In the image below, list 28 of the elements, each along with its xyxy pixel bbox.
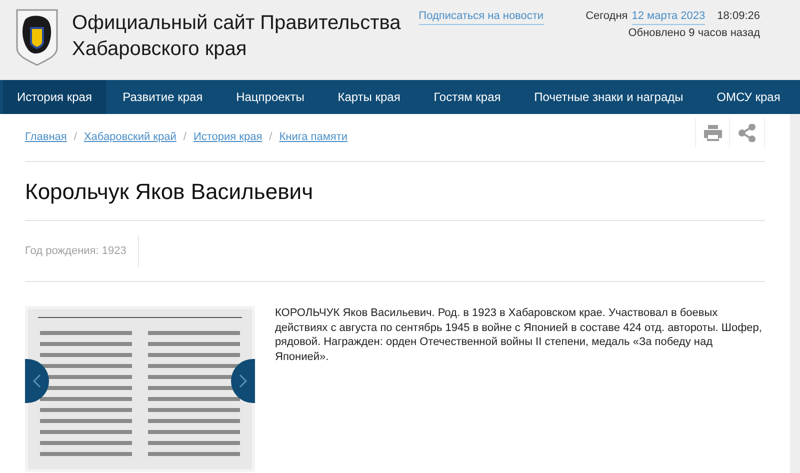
breadcrumb-separator: / bbox=[74, 130, 77, 146]
printer-icon bbox=[702, 125, 722, 141]
breadcrumb-separator: / bbox=[269, 130, 272, 146]
nav-item[interactable]: История края bbox=[3, 80, 106, 114]
breadcrumb-link[interactable]: Главная bbox=[25, 129, 67, 146]
breadcrumb-separator: / bbox=[183, 130, 186, 146]
breadcrumb-link[interactable]: История края bbox=[193, 129, 262, 146]
biography-text: КОРОЛЬЧУК Яков Васильевич. Род. в 1923 в Хабаровском крае. Участвовал в боевых действиях с августа по сентябрь 1945 в войне с Японией в составе 424 отд. автороты. Шофер, рядовой. Награжден: орден Отечественной войны II степени, медаль «За победу над Японией». bbox=[275, 306, 763, 364]
birth-year-text: Год рождения: 1923 bbox=[25, 234, 140, 268]
chevron-right-icon bbox=[239, 374, 247, 388]
site-title: Хабаровского края bbox=[72, 37, 248, 62]
nav-item[interactable]: Почетные знаки и награды bbox=[517, 80, 700, 114]
chevron-left-icon bbox=[33, 374, 41, 388]
coat-of-arms-icon bbox=[15, 8, 59, 66]
nav-item[interactable]: Нацпроекты bbox=[219, 80, 322, 114]
print-button[interactable] bbox=[695, 118, 730, 148]
breadcrumb-link[interactable]: Книга памяти bbox=[279, 129, 348, 146]
nav-item[interactable]: Развитие края bbox=[106, 80, 220, 114]
updated-text: Обновлено 9 часов назад bbox=[628, 26, 760, 41]
page-title: Корольчук Яков Васильевич bbox=[25, 178, 314, 206]
share-icon bbox=[738, 124, 756, 142]
today-label: Сегодня bbox=[586, 9, 628, 24]
nav-item[interactable]: ОМСУ края bbox=[700, 80, 798, 114]
site-title: Официальный сайт Правительства bbox=[72, 11, 401, 36]
nav-item[interactable]: Карты края bbox=[321, 80, 418, 114]
breadcrumb-link[interactable]: Хабаровский край bbox=[84, 129, 176, 146]
nav-item[interactable]: Гостям края bbox=[417, 80, 518, 114]
clock-time: 18:09:26 bbox=[717, 9, 760, 24]
